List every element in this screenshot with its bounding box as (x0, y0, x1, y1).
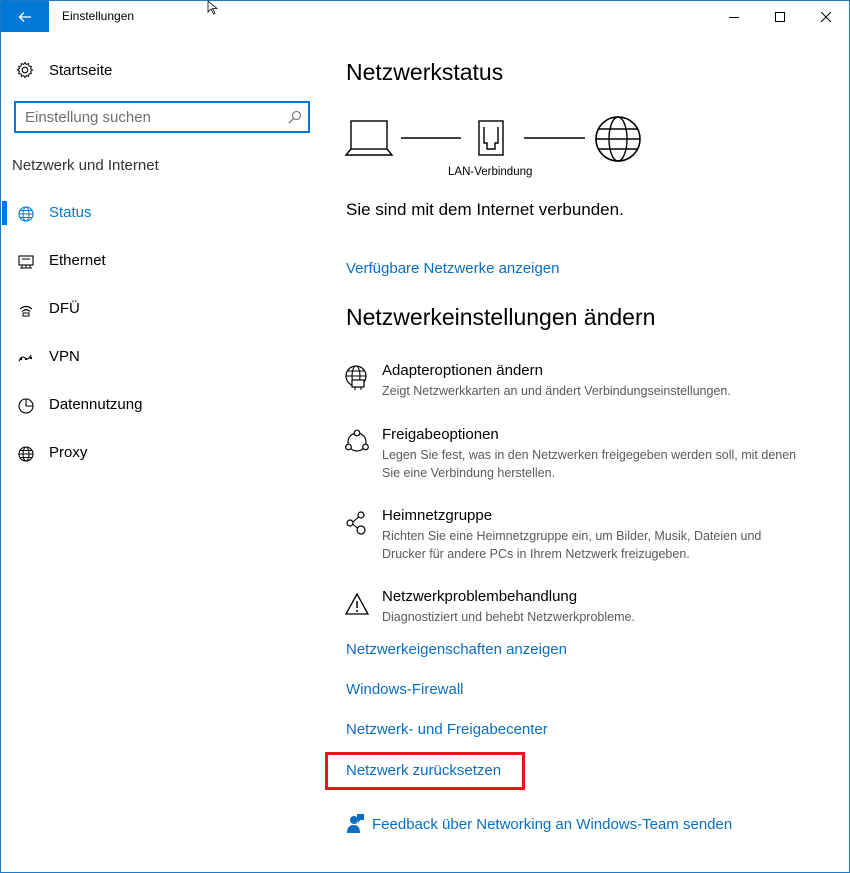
sidebar-item-label: VPN (49, 348, 80, 365)
setting-title: Adapteroptionen ändern (382, 362, 543, 379)
adapter-globe-icon (345, 365, 367, 390)
sharing-icon (345, 429, 369, 452)
sidebar-item-label: Datennutzung (49, 396, 143, 413)
setting-description: Richten Sie eine Heimnetzgruppe ein, um … (382, 529, 762, 561)
sharing-options-item[interactable]: Freigabeoptionen Legen Sie fest, was in … (341, 426, 811, 482)
setting-description: Legen Sie fest, was in den Netzwerken fr… (382, 448, 797, 480)
minimize-button[interactable] (711, 1, 757, 32)
sidebar-item-proxy[interactable]: Proxy (1, 433, 321, 473)
globe-proxy-icon (18, 446, 34, 462)
highlight-box (325, 752, 525, 790)
sidebar-item-ethernet[interactable]: Ethernet (1, 241, 321, 281)
window-title: Einstellungen (62, 9, 135, 23)
setting-description: Zeigt Netzwerkkarten an und ändert Verbi… (382, 384, 731, 398)
feedback-person-icon (347, 814, 364, 833)
title-bar: Einstellungen (1, 1, 849, 32)
globe-internet-icon (595, 116, 641, 162)
adapter-options-item[interactable]: Adapteroptionen ändern Zeigt Netzwerkkar… (341, 362, 811, 402)
settings-window: Einstellungen Startseite Netzwerk und In… (0, 0, 850, 873)
minimize-icon (729, 16, 739, 18)
search-input[interactable] (25, 108, 275, 126)
ethernet-icon (18, 255, 34, 269)
active-indicator (2, 201, 7, 225)
close-button[interactable] (803, 1, 849, 32)
page-title: Netzwerkstatus (346, 59, 504, 85)
sidebar-item-label: Ethernet (49, 252, 106, 269)
home-nav-item[interactable]: Startseite (16, 59, 112, 81)
sidebar-section-title: Netzwerk und Internet (12, 157, 159, 174)
connection-status-text: Sie sind mit dem Internet verbunden. (346, 200, 624, 219)
close-icon (821, 11, 831, 22)
sidebar-item-vpn[interactable]: VPN (1, 337, 321, 377)
section-heading: Netzwerkeinstellungen ändern (346, 304, 656, 330)
back-arrow-icon (18, 11, 31, 22)
sidebar-item-data-usage[interactable]: Datennutzung (1, 385, 321, 425)
show-networks-link[interactable]: Verfügbare Netzwerke anzeigen (346, 260, 559, 277)
laptop-icon (344, 120, 394, 156)
setting-title: Freigabeoptionen (382, 426, 499, 443)
ethernet-port-icon (478, 120, 504, 156)
home-label: Startseite (49, 61, 113, 79)
maximize-button[interactable] (757, 1, 803, 32)
gear-icon (16, 61, 34, 79)
setting-title: Heimnetzgruppe (382, 507, 493, 524)
windows-firewall-link[interactable]: Windows-Firewall (346, 681, 464, 698)
feedback-link-label: Feedback über Networking an Windows-Team… (372, 815, 733, 833)
search-box[interactable] (14, 101, 310, 133)
homegroup-icon (346, 511, 366, 535)
sidebar-item-status[interactable]: Status (1, 193, 321, 233)
sidebar-item-dfu[interactable]: DFÜ (1, 289, 321, 329)
sidebar-item-label: DFÜ (49, 300, 80, 317)
feedback-link[interactable]: Feedback über Networking an Windows-Team… (346, 814, 732, 834)
globe-status-icon (18, 206, 34, 222)
data-usage-icon (18, 398, 34, 414)
connection-type-label: LAN-Verbindung (448, 166, 533, 178)
setting-title: Netzwerkproblembehandlung (382, 588, 578, 605)
setting-description: Diagnostiziert und behebt Netzwerkproble… (382, 610, 635, 624)
warning-icon (344, 592, 370, 615)
homegroup-item[interactable]: Heimnetzgruppe Richten Sie eine Heimnetz… (341, 507, 811, 563)
sidebar-item-label: Status (49, 204, 92, 221)
troubleshoot-item[interactable]: Netzwerkproblembehandlung Diagnostiziert… (341, 588, 811, 628)
mouse-cursor-icon (207, 1, 219, 15)
network-properties-link[interactable]: Netzwerkeigenschaften anzeigen (346, 641, 567, 658)
maximize-icon (775, 11, 785, 22)
vpn-icon (18, 354, 33, 362)
sidebar-item-label: Proxy (49, 444, 88, 461)
back-button[interactable] (1, 1, 49, 32)
network-status-diagram (344, 116, 641, 162)
dialup-icon (19, 305, 33, 317)
network-sharing-center-link[interactable]: Netzwerk- und Freigabecenter (346, 721, 548, 738)
search-icon[interactable] (288, 110, 302, 124)
